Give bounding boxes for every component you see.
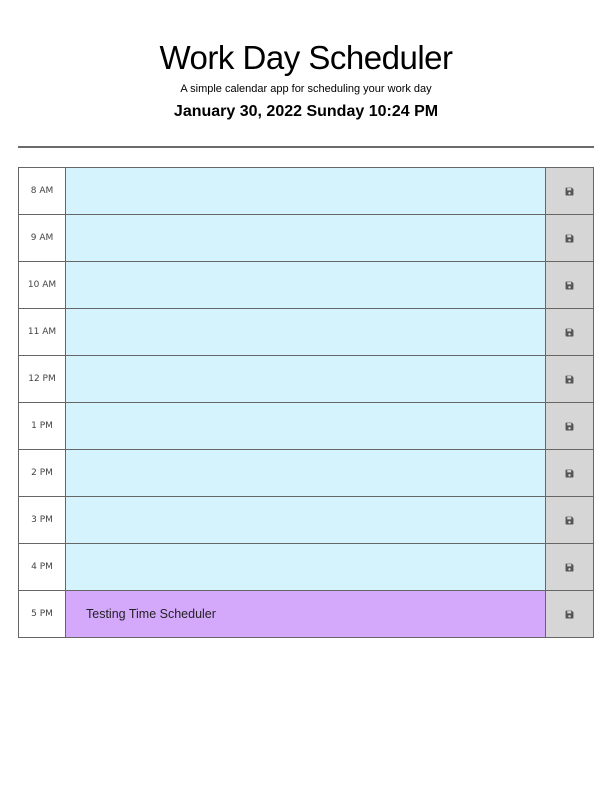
- save-button[interactable]: [546, 591, 594, 637]
- hour-label: 12 PM: [18, 356, 66, 402]
- event-description-field[interactable]: [66, 168, 546, 214]
- time-block-row: 1 PM: [18, 402, 594, 449]
- event-description-field[interactable]: [66, 309, 546, 355]
- time-block-row: 12 PM: [18, 355, 594, 402]
- hour-label: 2 PM: [18, 450, 66, 496]
- floppy-disk-icon: [565, 610, 574, 619]
- time-block-row: 8 AM: [18, 167, 594, 214]
- save-button[interactable]: [546, 403, 594, 449]
- time-block-row: 4 PM: [18, 543, 594, 590]
- floppy-disk-icon: [565, 187, 574, 196]
- current-datetime: January 30, 2022 Sunday 10:24 PM: [173, 103, 439, 120]
- floppy-disk-icon: [565, 375, 574, 384]
- time-block-row: 9 AM: [18, 214, 594, 261]
- time-block-row: 2 PM: [18, 449, 594, 496]
- hour-label: 5 PM: [18, 591, 66, 637]
- save-button[interactable]: [546, 168, 594, 214]
- time-block-row: 10 AM: [18, 261, 594, 308]
- floppy-disk-icon: [565, 234, 574, 243]
- event-description-field[interactable]: [66, 403, 546, 449]
- schedule-container: 8 AM 9 AM 10 AM 11 AM 12 PM 1 PM 2 PM 3 PM 4 PM 5…: [18, 167, 594, 638]
- header-divider: [18, 146, 594, 148]
- save-button[interactable]: [546, 356, 594, 402]
- save-button[interactable]: [546, 450, 594, 496]
- floppy-disk-icon: [565, 281, 574, 290]
- save-button[interactable]: [546, 544, 594, 590]
- hour-label: 4 PM: [18, 544, 66, 590]
- page-header: Work Day Scheduler A simple calendar app…: [0, 0, 612, 122]
- save-button[interactable]: [546, 497, 594, 543]
- time-block-row: 3 PM: [18, 496, 594, 543]
- event-description-field[interactable]: [66, 356, 546, 402]
- event-description-field[interactable]: Testing Time Scheduler: [66, 591, 546, 637]
- time-block-row: 5 PM Testing Time Scheduler: [18, 590, 594, 638]
- save-button[interactable]: [546, 215, 594, 261]
- hour-label: 11 AM: [18, 309, 66, 355]
- floppy-disk-icon: [565, 563, 574, 572]
- save-button[interactable]: [546, 309, 594, 355]
- hour-label: 1 PM: [18, 403, 66, 449]
- save-button[interactable]: [546, 262, 594, 308]
- floppy-disk-icon: [565, 422, 574, 431]
- event-description-field[interactable]: [66, 544, 546, 590]
- floppy-disk-icon: [565, 469, 574, 478]
- floppy-disk-icon: [565, 328, 574, 337]
- hour-label: 9 AM: [18, 215, 66, 261]
- floppy-disk-icon: [565, 516, 574, 525]
- event-description-field[interactable]: [66, 262, 546, 308]
- event-description-field[interactable]: [66, 450, 546, 496]
- time-block-row: 11 AM: [18, 308, 594, 355]
- page-subtitle: A simple calendar app for scheduling you…: [180, 83, 432, 95]
- event-description-field[interactable]: [66, 497, 546, 543]
- hour-label: 3 PM: [18, 497, 66, 543]
- hour-label: 10 AM: [18, 262, 66, 308]
- hour-label: 8 AM: [18, 168, 66, 214]
- event-description-field[interactable]: [66, 215, 546, 261]
- page-title: Work Day Scheduler: [159, 39, 453, 76]
